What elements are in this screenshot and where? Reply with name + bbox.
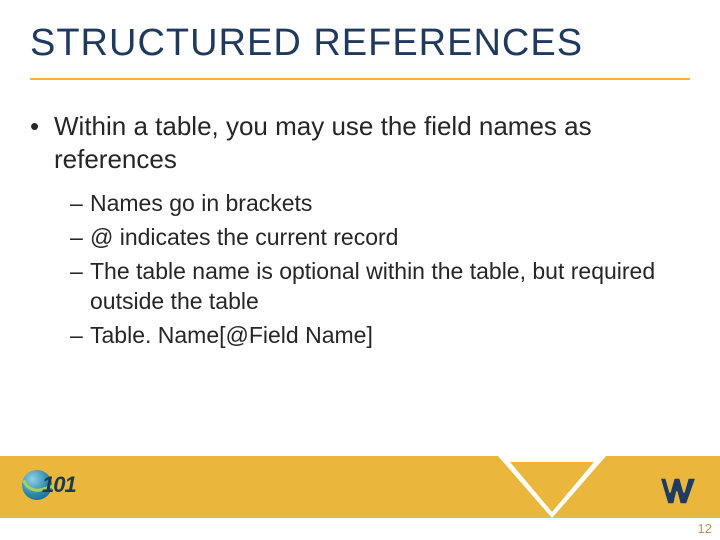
page-number: 12 [698, 521, 712, 536]
chevron-down-inner-icon [510, 462, 594, 512]
course-101-logo-icon: 101 [22, 466, 74, 510]
dash-icon: – [70, 189, 90, 219]
sub-bullet-text: @ indicates the current record [90, 223, 670, 253]
sub-bullet: – The table name is optional within the … [70, 257, 670, 317]
slide-title: STRUCTURED REFERENCES [30, 22, 583, 65]
sub-bullet-text: Table. Name[@Field Name] [90, 321, 670, 351]
wvu-flying-wv-logo-icon [658, 470, 698, 510]
content-area: • Within a table, you may use the field … [30, 110, 670, 354]
dash-icon: – [70, 257, 90, 317]
dash-icon: – [70, 223, 90, 253]
bullet-level1: • Within a table, you may use the field … [30, 110, 670, 175]
sub-bullet: – @ indicates the current record [70, 223, 670, 253]
bullet-dot-icon: • [30, 110, 54, 175]
title-underline [30, 78, 690, 80]
dash-icon: – [70, 321, 90, 351]
sub-bullet-text: Names go in brackets [90, 189, 670, 219]
sub-bullet-text: The table name is optional within the ta… [90, 257, 670, 317]
sub-bullet: – Names go in brackets [70, 189, 670, 219]
bullet-text: Within a table, you may use the field na… [54, 110, 670, 175]
footer-band [0, 456, 720, 518]
slide: STRUCTURED REFERENCES • Within a table, … [0, 0, 720, 540]
sub-bullets: – Names go in brackets – @ indicates the… [70, 189, 670, 350]
logo-101-text: 101 [42, 472, 76, 498]
sub-bullet: – Table. Name[@Field Name] [70, 321, 670, 351]
